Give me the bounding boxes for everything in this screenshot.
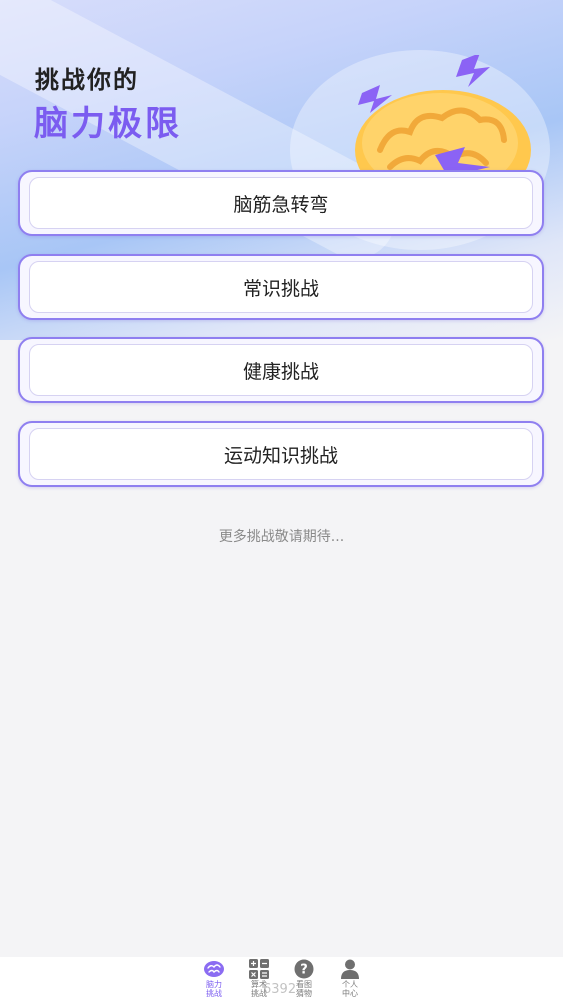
- challenge-card-brain-teaser[interactable]: 脑筋急转弯: [18, 170, 544, 236]
- person-icon: [341, 959, 359, 979]
- tab-label: 算术挑战: [251, 980, 267, 998]
- hero-title-line2: 脑力极限: [34, 104, 182, 144]
- more-coming-hint: 更多挑战敬请期待...: [218, 529, 345, 545]
- tab-arithmetic-challenge[interactable]: 算术挑战: [239, 957, 279, 1000]
- brain-icon: [204, 961, 224, 977]
- challenge-card-label: 脑筋急转弯: [29, 177, 533, 229]
- challenge-card-label: 常识挑战: [29, 261, 533, 313]
- tab-picture-guess[interactable]: ? 看图猜物: [284, 957, 324, 1000]
- tab-label: 脑力挑战: [206, 980, 222, 998]
- calculator-icon: [249, 959, 269, 979]
- challenge-card-sports[interactable]: 运动知识挑战: [18, 421, 544, 487]
- tab-label: 个人中心: [342, 980, 358, 998]
- brain-illustration-icon: [355, 55, 531, 175]
- challenge-card-label: 运动知识挑战: [29, 428, 533, 480]
- challenge-card-common-sense[interactable]: 常识挑战: [18, 254, 544, 320]
- challenge-card-label: 健康挑战: [29, 344, 533, 396]
- tab-label: 看图猜物: [296, 980, 312, 998]
- question-circle-icon: ?: [294, 959, 314, 979]
- hero-title-line1: 挑战你的: [35, 66, 139, 94]
- svg-text:?: ?: [300, 963, 308, 978]
- challenge-card-health[interactable]: 健康挑战: [18, 337, 544, 403]
- tab-personal-center[interactable]: 个人中心: [330, 957, 370, 1000]
- bottom-tab-bar: 脑力挑战 算术挑战 ? 看图猜物 个人中心: [0, 957, 563, 1000]
- tab-brain-challenge[interactable]: 脑力挑战: [194, 957, 234, 1000]
